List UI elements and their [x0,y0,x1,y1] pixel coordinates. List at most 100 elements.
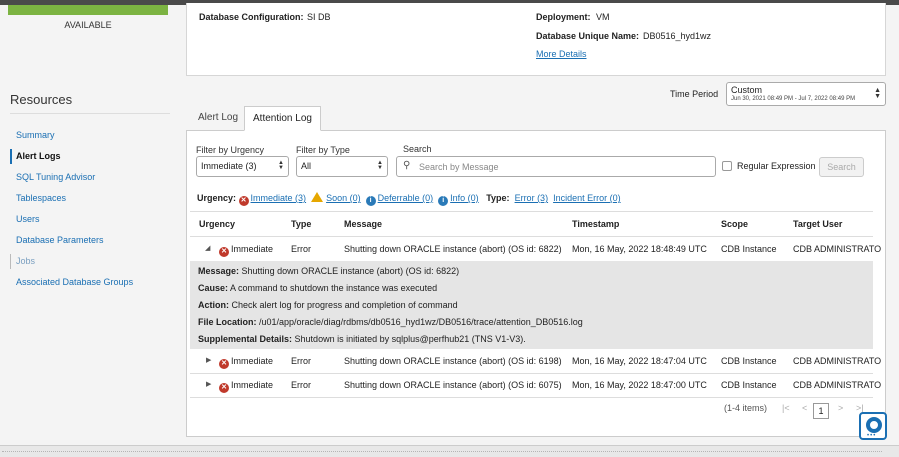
status-indicator [8,5,168,15]
info-count-link[interactable]: Info (0) [450,193,479,203]
collapse-icon[interactable]: ◢ [205,244,210,252]
col-urgency[interactable]: Urgency [199,219,235,229]
urgency-summary: Urgency: ✕ Immediate (3) Soon (0) i Deferr… [197,192,621,206]
row-scope: CDB Instance [721,380,777,390]
deployment-value: VM [596,12,610,22]
filter-type-select[interactable]: All ▲ ▼ [296,156,388,177]
nav-database-parameters[interactable]: Database Parameters [10,230,180,251]
row-scope: CDB Instance [721,244,777,254]
info-icon: i [365,196,376,206]
col-target-user[interactable]: Target User [793,219,842,229]
table-row[interactable]: ▶ ✕ Immediate Error Shutting down ORACLE … [190,349,881,373]
filter-urgency-select[interactable]: Immediate (3) ▲ ▼ [196,156,289,177]
nav-associated-database-groups[interactable]: Associated Database Groups [10,272,180,293]
time-period-select[interactable]: Custom Jun 30, 2021 08:49 PM - Jul 7, 20… [726,82,886,106]
row-message: Shutting down ORACLE instance (abort) (O… [344,380,562,390]
type-summary-label: Type: [486,193,510,203]
db-config-value: SI DB [307,12,331,22]
regex-checkbox[interactable] [722,161,732,171]
filter-type-label: Filter by Type [296,145,350,155]
nav-alert-logs[interactable]: Alert Logs [10,146,180,167]
row-type: Error [291,356,311,366]
prev-page-icon[interactable]: < [802,403,807,413]
detail-action: Action: Check alert log for progress and… [198,300,458,310]
row-type: Error [291,380,311,390]
detail-supplemental: Supplemental Details: Shutdown is initia… [198,334,526,344]
detail-cause: Cause: A command to shutdown the instanc… [198,283,438,293]
row-message: Shutting down ORACLE instance (abort) (O… [344,356,562,366]
col-scope[interactable]: Scope [721,219,748,229]
row-urgency: ✕ Immediate [219,244,273,257]
detail-message: Message: Shutting down ORACLE instance (… [198,266,460,276]
tab-alert-log[interactable]: Alert Log [190,106,246,131]
urgency-summary-label: Urgency: [197,193,237,203]
row-target-user: CDB ADMINISTRATO [793,380,882,390]
chevron-updown-icon: ▲ ▼ [377,160,383,171]
row-urgency: ✕ Immediate [219,356,273,369]
row-timestamp: Mon, 16 May, 2022 18:48:49 UTC [572,244,707,254]
regex-label: Regular Expression [737,161,816,171]
row-target-user: CDB ADMINISTRATO [793,244,882,254]
error-icon: ✕ [219,383,229,393]
incident-error-count-link[interactable]: Incident Error (0) [553,193,621,203]
search-input[interactable]: ⚲ Search by Message [396,156,716,177]
unique-name-value: DB0516_hyd1wz [643,31,712,41]
row-detail-panel: Message: Shutting down ORACLE instance (… [190,261,873,349]
more-details-link[interactable]: More Details [536,49,587,59]
time-period-label: Time Period [670,89,719,99]
current-page[interactable]: 1 [813,403,829,419]
tab-attention-log[interactable]: Attention Log [244,106,321,131]
error-icon: ✕ [219,359,229,369]
nav-sql-tuning-advisor[interactable]: SQL Tuning Advisor [10,167,180,188]
warning-icon [311,192,324,202]
nav-jobs[interactable]: Jobs [10,251,180,272]
expand-icon[interactable]: ▶ [206,380,211,388]
database-info-card: Database Configuration: SI DB Deployment… [186,3,886,76]
first-page-icon[interactable]: |< [782,403,790,413]
search-button[interactable]: Search [819,157,864,177]
help-lifebuoy-icon[interactable]: ••• [859,412,887,440]
soon-count-link[interactable]: Soon (0) [326,193,361,203]
row-message: Shutting down ORACLE instance (abort) (O… [344,244,562,254]
table-top-border [190,211,873,212]
row-timestamp: Mon, 16 May, 2022 18:47:00 UTC [572,380,707,390]
nav-users[interactable]: Users [10,209,180,230]
unique-name-label: Database Unique Name: [536,31,640,41]
expand-icon[interactable]: ▶ [206,356,211,364]
row-urgency: ✕ Immediate [219,380,273,393]
detail-file-location: File Location: /u01/app/oracle/diag/rdbm… [198,317,583,327]
nav-tablespaces[interactable]: Tablespaces [10,188,180,209]
search-label: Search [403,144,432,154]
row-scope: CDB Instance [721,356,777,366]
nav-summary[interactable]: Summary [10,125,180,146]
deferrable-count-link[interactable]: Deferrable (0) [378,193,434,203]
col-type[interactable]: Type [291,219,311,229]
more-dots-icon: ••• [867,433,877,439]
table-row[interactable]: ▶ ✕ Immediate Error Shutting down ORACLE … [190,373,881,397]
info-icon: i [438,196,449,206]
db-config-label: Database Configuration: [199,12,304,22]
time-period-range: Jun 30, 2021 08:49 PM - Jul 7, 2022 08:4… [731,96,856,102]
filter-type-value: All [301,161,312,171]
col-message[interactable]: Message [344,219,382,229]
resources-title: Resources [10,92,73,107]
resources-nav: Summary Alert Logs SQL Tuning Advisor Ta… [10,125,180,293]
col-timestamp[interactable]: Timestamp [572,219,619,229]
chevron-updown-icon: ▲ ▼ [278,160,284,171]
search-placeholder: Search by Message [419,162,499,172]
row-target-user: CDB ADMINISTRATO [793,356,882,366]
error-icon: ✕ [238,196,249,206]
pagination-summary: (1-4 items) [724,403,768,413]
lifebuoy-ring [866,417,882,433]
next-page-icon[interactable]: > [838,403,843,413]
bottom-status-bar [0,445,899,457]
filter-urgency-label: Filter by Urgency [196,145,265,155]
row-timestamp: Mon, 16 May, 2022 18:47:04 UTC [572,356,707,366]
filter-urgency-value: Immediate (3) [201,161,257,171]
error-count-link[interactable]: Error (3) [515,193,549,203]
immediate-count-link[interactable]: Immediate (3) [251,193,307,203]
table-row[interactable]: ◢ ✕ Immediate Error Shutting down ORACLE … [190,237,881,261]
time-period-value: Custom [731,85,763,95]
error-icon: ✕ [219,247,229,257]
resources-divider [10,113,170,114]
